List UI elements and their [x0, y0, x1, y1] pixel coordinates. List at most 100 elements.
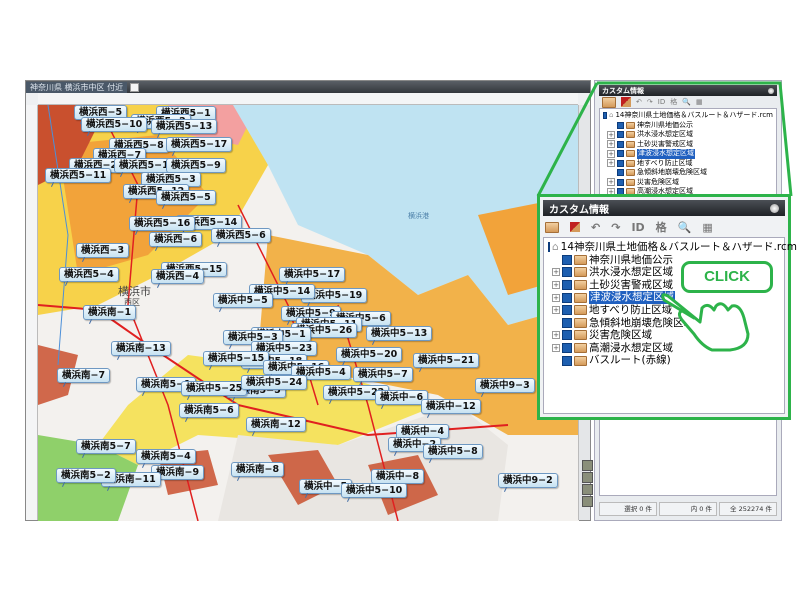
checkbox-checked[interactable]: [617, 131, 624, 139]
tree-item[interactable]: + 地すべり防止区域: [548, 304, 780, 317]
checkbox-checked[interactable]: [562, 280, 572, 291]
map-label-marker[interactable]: 横浜西5−17: [166, 137, 233, 152]
tree-item[interactable]: + 災害危険区域: [548, 329, 780, 342]
map-label-marker[interactable]: 横浜中9−2: [498, 473, 558, 488]
panel-close-icon[interactable]: [768, 87, 774, 94]
expand-icon[interactable]: +: [552, 331, 560, 340]
map-tool-icon[interactable]: [582, 460, 593, 471]
tree-root[interactable]: ⌂ 14神奈川県土地価格＆バスルート＆ハザード.rcm: [603, 111, 773, 121]
map-label-marker[interactable]: 横浜中5−8: [423, 444, 483, 459]
tree-item[interactable]: + 津波浸水想定区域: [603, 149, 773, 159]
map-label-marker[interactable]: 横浜中5−24: [241, 375, 308, 390]
tree-item[interactable]: + 土砂災害警戒区域: [603, 140, 773, 150]
id-add-icon[interactable]: ID: [658, 98, 665, 106]
checkbox-checked[interactable]: [562, 343, 572, 354]
map-label-marker[interactable]: 横浜西5−10: [81, 117, 148, 132]
map-label-marker[interactable]: 横浜中5−21: [413, 353, 480, 368]
map-label-marker[interactable]: 横浜南−12: [246, 417, 306, 432]
expand-icon[interactable]: +: [607, 159, 615, 168]
tree-item[interactable]: + 災害危険区域: [603, 178, 773, 188]
folder-icon[interactable]: [602, 96, 616, 108]
expand-icon[interactable]: +: [552, 344, 560, 353]
map-label-marker[interactable]: 横浜中5−5: [213, 293, 273, 308]
price-icon[interactable]: 格: [670, 97, 677, 107]
checkbox-checked[interactable]: [617, 140, 624, 148]
checkbox-checked[interactable]: [562, 292, 572, 303]
tree-item[interactable]: + 地すべり防止区域: [603, 159, 773, 169]
map-label-marker[interactable]: 横浜西−3: [76, 243, 130, 258]
expand-icon[interactable]: +: [552, 306, 560, 315]
checkbox-checked[interactable]: [617, 159, 624, 167]
grid-icon[interactable]: ▦: [696, 98, 703, 106]
import-icon[interactable]: [570, 222, 580, 232]
map-label-marker[interactable]: 横浜中5−15: [203, 351, 270, 366]
tree-item[interactable]: 急傾斜地崩壊危険区域: [548, 317, 780, 330]
import-icon[interactable]: [621, 97, 631, 107]
map-label-marker[interactable]: 横浜中−12: [421, 399, 481, 414]
map-label-marker[interactable]: 横浜中9−3: [475, 378, 535, 393]
expand-icon[interactable]: +: [607, 130, 615, 139]
expand-icon[interactable]: +: [552, 268, 560, 277]
map-label-marker[interactable]: 横浜中5−25: [181, 381, 248, 396]
checkbox-checked[interactable]: [617, 121, 624, 129]
map-tool-icon[interactable]: [582, 496, 593, 507]
tree-root[interactable]: ⌂ 14神奈川県土地価格＆バスルート＆ハザード.rcm: [548, 241, 797, 254]
panel-close-icon[interactable]: [770, 203, 779, 213]
new-document-icon[interactable]: [130, 82, 140, 92]
checkbox-checked[interactable]: [562, 355, 572, 366]
map-label-marker[interactable]: 横浜西5−11: [45, 168, 112, 183]
search-icon[interactable]: 🔍: [678, 221, 692, 234]
expand-icon[interactable]: +: [607, 149, 615, 158]
checkbox-checked[interactable]: [617, 150, 624, 158]
map-label-marker[interactable]: 横浜西−6: [149, 232, 203, 247]
search-icon[interactable]: 🔍: [682, 98, 691, 106]
map-label-marker[interactable]: 横浜西5−6: [211, 228, 271, 243]
map-tab-title[interactable]: 神奈川県 横浜市中区 付近: [26, 81, 128, 93]
undo-icon[interactable]: ↶: [591, 221, 600, 234]
map-label-marker[interactable]: 横浜南5−6: [179, 403, 239, 418]
expand-icon[interactable]: +: [552, 281, 560, 290]
checkbox-checked[interactable]: [617, 169, 624, 177]
map-label-marker[interactable]: 横浜西5−4: [59, 267, 119, 282]
checkbox-checked[interactable]: [562, 267, 572, 278]
redo-icon[interactable]: ↷: [647, 98, 653, 106]
map-label-marker[interactable]: 横浜中5−17: [279, 267, 346, 282]
map-label-marker[interactable]: 横浜南−1: [83, 305, 137, 320]
tree-item[interactable]: 急傾斜地崩壊危険区域: [603, 168, 773, 178]
map-label-marker[interactable]: 横浜中−8: [371, 469, 425, 484]
checkbox-checked[interactable]: [617, 178, 624, 186]
map-canvas[interactable]: 横浜市 西区 横浜港 横浜西−5横浜西5−1横浜西5−2横浜西5−10横浜西5−…: [38, 105, 579, 521]
checkbox-checked[interactable]: [603, 112, 608, 120]
map-label-marker[interactable]: 横浜南5−7: [76, 439, 136, 454]
folder-icon[interactable]: [545, 221, 559, 233]
expand-icon[interactable]: +: [607, 140, 615, 149]
id-add-icon[interactable]: ID: [631, 221, 644, 234]
map-label-marker[interactable]: 横浜中5−10: [341, 483, 408, 498]
tree-item[interactable]: バスルート(赤線): [548, 354, 780, 367]
redo-icon[interactable]: ↷: [611, 221, 620, 234]
map-label-marker[interactable]: 横浜南−13: [111, 341, 171, 356]
map-label-marker[interactable]: 横浜西5−5: [156, 190, 216, 205]
map-label-marker[interactable]: 横浜西5−9: [166, 158, 226, 173]
map-tool-icon[interactable]: [582, 472, 593, 483]
checkbox-checked[interactable]: [562, 254, 572, 265]
checkbox-checked[interactable]: [548, 242, 550, 253]
price-icon[interactable]: 格: [656, 219, 667, 235]
checkbox-checked[interactable]: [562, 305, 572, 316]
map-label-marker[interactable]: 横浜中5−20: [336, 347, 403, 362]
map-label-marker[interactable]: 横浜南−7: [57, 368, 111, 383]
map-label-marker[interactable]: 横浜中5−7: [353, 367, 413, 382]
grid-icon[interactable]: ▦: [702, 221, 712, 234]
map-label-marker[interactable]: 横浜南5−4: [136, 449, 196, 464]
tree-item[interactable]: 神奈川県地価公示: [603, 121, 773, 131]
map-label-marker[interactable]: 横浜中5−13: [366, 326, 433, 341]
tree-item[interactable]: + 高潮浸水想定区域: [548, 342, 780, 355]
undo-icon[interactable]: ↶: [636, 98, 642, 106]
map-label-marker[interactable]: 横浜南−8: [231, 462, 285, 477]
tree-item[interactable]: + 洪水浸水想定区域: [603, 130, 773, 140]
expand-icon[interactable]: +: [607, 178, 615, 187]
expand-icon[interactable]: +: [552, 293, 560, 302]
map-label-marker[interactable]: 横浜南5−2: [56, 468, 116, 483]
map-label-marker[interactable]: 横浜西−4: [151, 269, 205, 284]
checkbox-checked[interactable]: [562, 330, 572, 341]
